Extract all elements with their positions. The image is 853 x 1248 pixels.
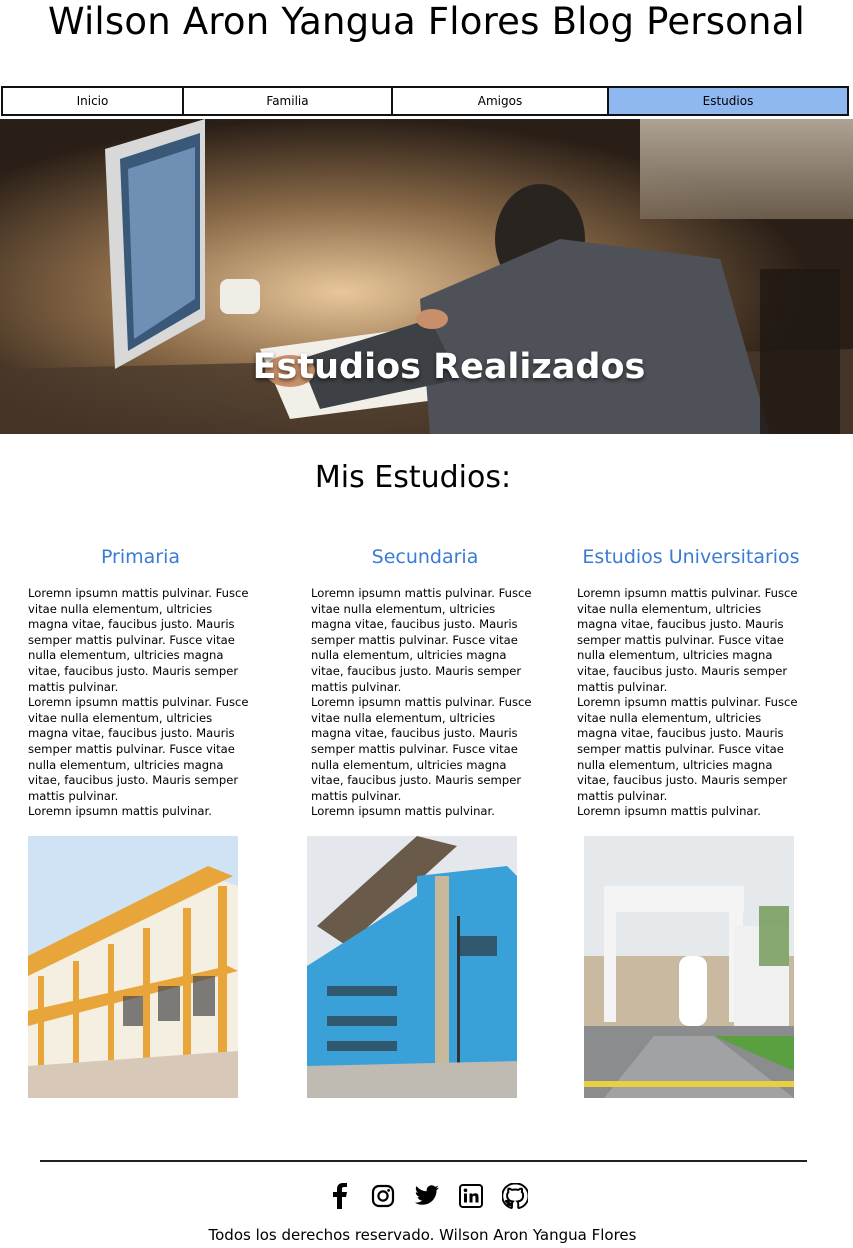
facebook-icon[interactable] <box>325 1182 353 1210</box>
column-text: Loremn ipsumn mattis pulvinar. Fusce vit… <box>311 586 532 819</box>
column-heading: Secundaria <box>371 546 479 568</box>
study-column-universitarios: Estudios Universitarios Loremn ipsumn ma… <box>577 544 805 820</box>
social-links <box>0 1182 853 1210</box>
universidad-photo <box>584 836 794 1098</box>
secundaria-photo <box>307 836 517 1098</box>
nav-item-amigos[interactable]: Amigos <box>393 88 609 114</box>
nav-item-estudios[interactable]: Estudios <box>609 88 847 114</box>
section-title: Mis Estudios: <box>314 460 512 495</box>
primaria-photo <box>28 836 238 1098</box>
hero-title: Estudios Realizados <box>252 347 646 387</box>
nav-item-familia[interactable]: Familia <box>184 88 393 114</box>
column-text: Loremn ipsumn mattis pulvinar. Fusce vit… <box>28 586 249 819</box>
nav-item-inicio[interactable]: Inicio <box>3 88 184 114</box>
main-nav: Inicio Familia Amigos Estudios <box>1 86 849 116</box>
site-title: Wilson Aron Yangua Flores Blog Personal <box>47 0 806 43</box>
hero-banner: Estudios Realizados <box>0 119 853 434</box>
linkedin-icon[interactable] <box>457 1182 485 1210</box>
column-heading: Primaria <box>100 546 181 568</box>
twitter-icon[interactable] <box>413 1182 441 1210</box>
footer-divider <box>40 1160 807 1162</box>
github-icon[interactable] <box>501 1182 529 1210</box>
copyright-text: Todos los derechos reservado. Wilson Aro… <box>208 1226 637 1244</box>
study-column-secundaria: Secundaria Loremn ipsumn mattis pulvinar… <box>311 544 539 820</box>
study-column-primaria: Primaria Loremn ipsumn mattis pulvinar. … <box>28 544 253 820</box>
column-text: Loremn ipsumn mattis pulvinar. Fusce vit… <box>577 586 798 819</box>
instagram-icon[interactable] <box>369 1182 397 1210</box>
column-heading: Estudios Universitarios <box>582 546 800 568</box>
